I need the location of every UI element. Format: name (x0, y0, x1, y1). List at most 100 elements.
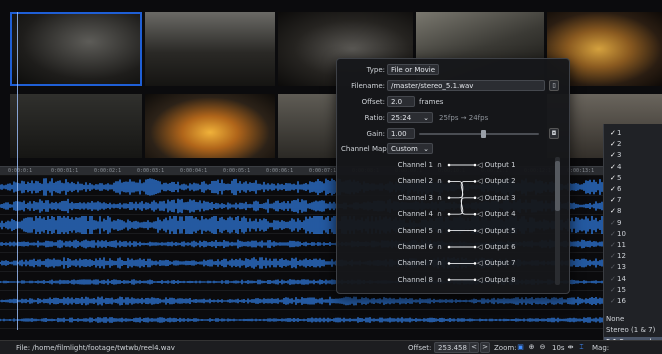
routing-node[interactable] (447, 163, 451, 167)
routing-node[interactable] (473, 212, 477, 216)
channel-label: Channel 4 (397, 210, 433, 219)
preset-option[interactable]: Stereo (1 & 7) (604, 325, 662, 336)
channel-map-value: Custom (391, 145, 418, 153)
thumbnail[interactable] (145, 12, 275, 86)
routing-node[interactable] (473, 180, 477, 183)
browse-icon[interactable]: ▯ (549, 80, 559, 91)
routing-node[interactable] (447, 196, 451, 200)
channel-option[interactable]: ✓8 (604, 206, 662, 217)
routing-node[interactable] (473, 163, 477, 167)
channel-option[interactable]: ✓11 (604, 240, 662, 251)
channel-option[interactable]: ✓4 (604, 162, 662, 173)
channel-option[interactable]: ✓5 (604, 173, 662, 184)
headphones-icon[interactable]: ∩ (437, 276, 447, 284)
offset-field[interactable]: 2.0 (387, 96, 415, 107)
thumbnail[interactable] (145, 94, 275, 158)
type-select[interactable]: File or Movie (387, 64, 440, 75)
channel-option[interactable]: ✓12 (604, 251, 662, 262)
preset-option[interactable]: None (604, 314, 662, 325)
zoom-fit-icon[interactable]: ▣ (516, 343, 525, 352)
check-icon: ✓ (610, 162, 616, 171)
ruler-tick: 0:00:03:1 (137, 168, 165, 174)
routing-node[interactable] (447, 212, 451, 216)
check-icon: ✓ (610, 297, 616, 305)
next-button[interactable]: > (480, 342, 490, 353)
ratio-value: 25:24 (391, 114, 412, 122)
channel-option[interactable]: ✓7 (604, 195, 662, 206)
fit-width-icon[interactable]: ⇹ (566, 343, 575, 352)
headphones-icon[interactable]: ∩ (437, 227, 447, 235)
routing-node[interactable] (473, 245, 477, 249)
output-label: ◁ Output 2 (477, 177, 516, 186)
channel-option-label: 6 (617, 185, 622, 193)
thumbnail[interactable] (278, 94, 338, 158)
filename-field[interactable]: /master/stereo_5.1.wav (387, 80, 545, 91)
ratio-select[interactable]: 25:24 ⌄ (387, 112, 433, 123)
scrollbar-thumb[interactable] (555, 161, 560, 211)
channel-option[interactable]: ✓6 (604, 184, 662, 195)
headphones-icon[interactable]: ∩ (437, 243, 447, 251)
check-icon: ✓ (610, 129, 616, 137)
channel-option-label: 10 (617, 229, 626, 238)
zoom-in-icon[interactable]: ⊕ (527, 343, 536, 352)
routing-node[interactable] (473, 278, 477, 282)
thumbnail-selected[interactable] (10, 12, 142, 86)
channel-option-label: 9 (617, 218, 622, 227)
channel-label: Channel 6 (397, 243, 433, 251)
file-path: File: /home/filmlight/footage/twtwb/reel… (16, 344, 175, 352)
routing-node[interactable] (447, 262, 451, 265)
routing-node[interactable] (447, 245, 451, 249)
offset-field[interactable]: 253.458 (434, 342, 471, 353)
snap-icon[interactable]: ⌶ (577, 343, 586, 352)
channel-option[interactable]: ✓15 (604, 285, 662, 296)
channel-option[interactable]: ✓13 (604, 262, 662, 273)
channel-map-select[interactable]: Custom ⌄ (387, 143, 433, 154)
gain-slider-knob[interactable] (481, 130, 486, 138)
prev-button[interactable]: < (469, 342, 479, 353)
ruler-tick: 0:00:13:1 (567, 168, 595, 174)
filename-label: Filename: (351, 82, 385, 90)
check-icon: ✓ (610, 285, 616, 294)
routing-node[interactable] (473, 229, 477, 232)
headphones-icon[interactable]: ∩ (437, 259, 447, 267)
channel-option[interactable]: ✓16 (604, 296, 662, 307)
check-icon: ✓ (610, 173, 616, 182)
routing-node[interactable] (447, 180, 451, 183)
dialog-scrollbar[interactable] (555, 157, 560, 285)
routing-node[interactable] (447, 229, 451, 232)
channel-option[interactable]: ✓1 (604, 128, 662, 139)
headphones-icon[interactable]: ∩ (437, 210, 447, 218)
zoom-value: 10s (552, 344, 565, 352)
output-label: ◁ Output 3 (477, 193, 516, 202)
offset-label: Offset: (408, 344, 432, 352)
channel-option[interactable]: ✓14 (604, 274, 662, 285)
channel-option[interactable]: ✓10 (604, 229, 662, 240)
routing-node[interactable] (447, 278, 451, 282)
gain-field[interactable]: 1.00 (387, 128, 415, 139)
channel-option-label: 4 (617, 162, 622, 171)
channel-label: Channel 7 (397, 259, 433, 268)
channel-option-label: 12 (617, 252, 626, 261)
routing-node[interactable] (473, 262, 477, 265)
waveform-path (0, 317, 661, 323)
routing-node[interactable] (473, 196, 477, 200)
headphones-icon[interactable]: ∩ (437, 177, 447, 185)
channel-option[interactable]: ✓2 (604, 139, 662, 150)
audio-track[interactable] (0, 292, 662, 310)
channel-map-grid: Channel 1 ∩ Channel 2 ∩ Channel 3 ∩ Channel 4 ∩… (337, 157, 571, 287)
headphones-icon[interactable]: ∩ (437, 161, 447, 169)
playhead[interactable] (17, 12, 18, 330)
check-icon: ✓ (610, 241, 616, 249)
channel-option[interactable]: ✓9 (604, 218, 662, 229)
type-label: Type: (366, 66, 385, 74)
zoom-out-icon[interactable]: ⊖ (538, 343, 547, 352)
check-icon: ✓ (610, 274, 616, 283)
gain-slider[interactable] (419, 133, 539, 135)
reset-icon[interactable]: ◘ (549, 128, 559, 139)
headphones-icon[interactable]: ∩ (437, 194, 447, 202)
channel-option[interactable]: ✓3 (604, 150, 662, 161)
thumbnail[interactable] (10, 94, 142, 158)
output-label: ◁ Output 6 (477, 243, 516, 251)
audio-track[interactable] (0, 311, 662, 329)
channel-option-label: 7 (617, 196, 622, 205)
